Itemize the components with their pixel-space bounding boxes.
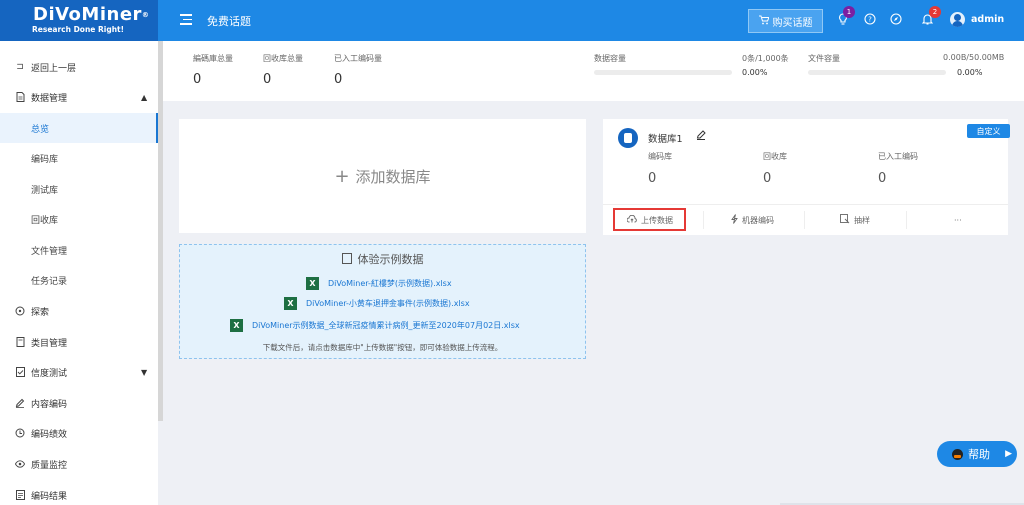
username[interactable]: admin [971, 14, 1004, 25]
sidebar-item-recycle-library[interactable]: 回收库 [0, 204, 158, 234]
more-button[interactable]: ··· [954, 205, 962, 235]
sidebar-item-coding-library[interactable]: 编码库 [0, 143, 158, 173]
top-header: DiVoMiner® Research Done Right! 免费话题 购买话… [0, 0, 1024, 41]
sample-icon [840, 214, 850, 226]
chevron-down-icon: ▼ [141, 367, 148, 377]
sample-button[interactable]: 抽样 [840, 205, 870, 235]
data-capacity-bar [594, 70, 732, 75]
sidebar-item-task-records[interactable]: 任务记录 [0, 265, 158, 295]
database-card: 数据库1 自定义 编码库 0 回收库 0 已入工编码 0 上传数据 机器编码 抽… [603, 119, 1010, 235]
excel-icon: X [284, 296, 297, 310]
data-capacity: 数据容量 0条/1,000条 0.00% [594, 54, 789, 77]
file-icon [341, 253, 352, 264]
eye-icon [15, 459, 25, 469]
sidebar-item-back[interactable]: ⊐ 返回上一层 [0, 52, 158, 82]
sidebar-item-coding-performance[interactable]: 编码绩效 [0, 418, 158, 448]
buy-topic-button[interactable]: 购买话题 [748, 9, 823, 33]
avatar[interactable] [950, 12, 965, 27]
demo-file-link[interactable]: X DiVoMiner-小黄车退押金事件(示例数据).xlsx [284, 296, 470, 310]
database-name[interactable]: 数据库1 [648, 131, 683, 145]
sidebar: ⊐ 返回上一层 数据管理 ▲ 总览 编码库 测试库 回收库 文件管理 任务记录 … [0, 41, 158, 505]
arrow-right-icon: ▶ [1005, 449, 1012, 459]
cloud-upload-icon [626, 214, 637, 225]
sidebar-item-quality-monitor[interactable]: 质量监控 [0, 449, 158, 479]
category-icon [15, 337, 25, 347]
svg-text:?: ? [868, 16, 872, 24]
logo-text: DiVoMiner [33, 4, 142, 25]
chevron-up-icon: ▲ [141, 92, 148, 102]
lightning-icon [731, 214, 738, 226]
manual-coding-stat: 已入工编码量 0 [334, 54, 382, 87]
edit-icon [15, 398, 25, 408]
explore-icon [15, 306, 25, 316]
sidebar-item-test-library[interactable]: 测试库 [0, 174, 158, 204]
demo-file-link[interactable]: X DiVoMiner-紅樓梦(示例数据).xlsx [306, 276, 452, 290]
excel-icon: X [306, 276, 319, 290]
buy-topic-label: 购买话题 [772, 17, 813, 29]
logo[interactable]: DiVoMiner® Research Done Right! [0, 0, 158, 41]
help-label: 帮助 [968, 448, 990, 461]
page-title: 免费话题 [207, 15, 251, 28]
upload-data-button[interactable]: 上传数据 [626, 205, 673, 235]
file-capacity-bar [808, 70, 946, 75]
file-capacity: 文件容量 0.00B/50.00MB 0.00% [808, 53, 1005, 77]
reliability-icon [15, 367, 25, 377]
edit-icon[interactable] [696, 130, 706, 143]
compass-icon[interactable] [889, 12, 903, 26]
sidebar-item-content-coding[interactable]: 内容编码 [0, 388, 158, 418]
sidebar-item-category-management[interactable]: 类目管理 [0, 327, 158, 357]
excel-icon: X [230, 318, 243, 332]
db-manual-stat: 已入工编码 0 [878, 152, 918, 186]
database-icon [618, 128, 638, 148]
logo-tagline: Research Done Right! [32, 25, 125, 34]
result-icon [15, 490, 25, 500]
sidebar-item-coding-results[interactable]: 编码结果 [0, 480, 158, 505]
sidebar-item-data-management[interactable]: 数据管理 ▲ [0, 82, 158, 112]
stats-bar: 編碼庫总量 0 回收库总量 0 已入工编码量 0 数据容量 0条/1,000条 … [163, 41, 1024, 101]
add-database-label: 添加数据库 [355, 167, 431, 186]
add-database-card[interactable]: + 添加数据库 [179, 119, 586, 233]
performance-icon [15, 428, 25, 438]
notification-badge: 1 [843, 6, 855, 18]
menu-icon[interactable] [180, 14, 192, 25]
sidebar-item-reliability-test[interactable]: 信度测试 ▼ [0, 357, 158, 387]
coding-total-stat: 編碼庫总量 0 [193, 54, 233, 87]
sidebar-item-overview[interactable]: 总览 [0, 113, 158, 143]
help-avatar-icon [952, 448, 963, 460]
demo-note: 下载文件后，请点击数据库中"上传数据"按钮，即可体验数据上传流程。 [262, 343, 503, 352]
sidebar-item-file-management[interactable]: 文件管理 [0, 235, 158, 265]
demo-file-link[interactable]: X DiVoMiner示例数据_全球新冠疫情累计病例_更新至2020年07月02… [230, 318, 520, 332]
db-coding-stat: 编码库 0 [648, 152, 672, 186]
db-recycle-stat: 回收库 0 [763, 152, 787, 186]
demo-title: 体验示例数据 [357, 253, 424, 266]
document-icon [15, 92, 25, 102]
machine-coding-button[interactable]: 机器编码 [731, 205, 774, 235]
bell-badge: 2 [929, 6, 941, 18]
sidebar-item-explore[interactable]: 探索 [0, 296, 158, 326]
custom-tag[interactable]: 自定义 [967, 124, 1010, 138]
help-circle-icon[interactable]: ? [863, 12, 877, 26]
demo-data-box: 体验示例数据 X DiVoMiner-紅樓梦(示例数据).xlsx X DiVo… [179, 244, 586, 359]
recycle-total-stat: 回收库总量 0 [263, 54, 303, 87]
help-button[interactable]: 帮助 ▶ [937, 441, 1017, 467]
cart-icon [758, 15, 770, 28]
plus-icon: + [334, 165, 350, 187]
database-actions: 上传数据 机器编码 抽样 ··· [603, 204, 1008, 235]
back-icon: ⊐ [16, 62, 24, 72]
